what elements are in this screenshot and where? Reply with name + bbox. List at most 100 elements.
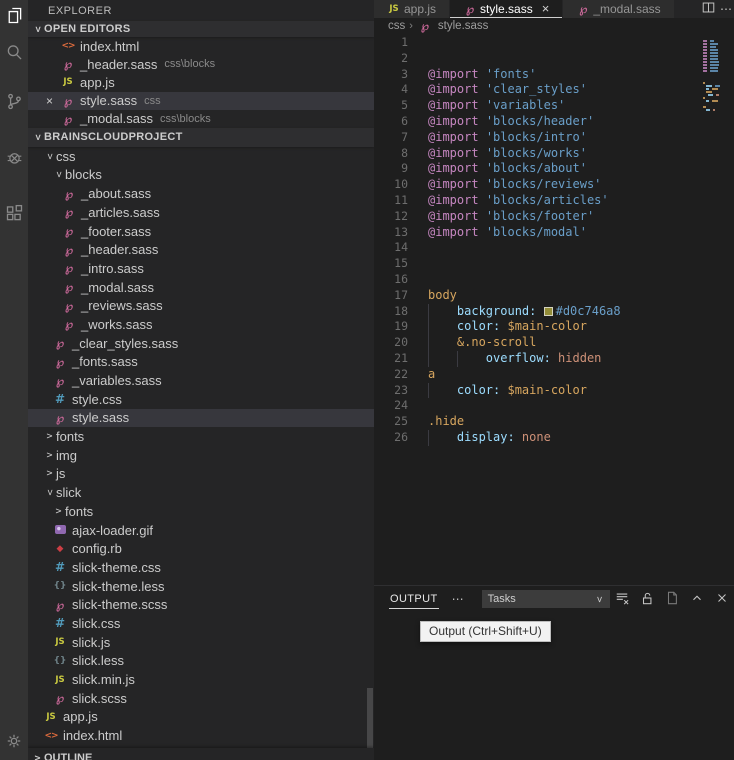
tree-item-label: _header.sass bbox=[81, 242, 159, 258]
tree-file-slick-css[interactable]: # slick.css bbox=[28, 614, 374, 633]
tree-file-slick-theme-css[interactable]: # slick-theme.css bbox=[28, 558, 374, 577]
code-line-text: .hide bbox=[408, 414, 464, 430]
tree-file-slick-scss[interactable]: ℘ slick.scss bbox=[28, 689, 374, 708]
tree-file-slick-theme-less[interactable]: {} slick-theme.less bbox=[28, 577, 374, 596]
tree-item-label: index.html bbox=[63, 728, 123, 744]
tree-file--variables-sass[interactable]: ℘ _variables.sass bbox=[28, 371, 374, 390]
minimap-line bbox=[703, 61, 731, 63]
tree-item-label: slick.js bbox=[72, 634, 111, 650]
activity-bar bbox=[0, 0, 28, 760]
code-line: 20 &.no-scroll bbox=[374, 335, 734, 351]
open-editor-row[interactable]: × ℘ style.sass css bbox=[28, 91, 374, 110]
split-editor-icon[interactable] bbox=[702, 1, 715, 17]
tree-file-style-css[interactable]: # style.css bbox=[28, 390, 374, 409]
activity-bar-item-search[interactable] bbox=[0, 30, 28, 74]
open-editor-row[interactable]: ℘ _modal.sass css\blocks bbox=[28, 110, 374, 128]
tree-file--reviews-sass[interactable]: ℘ _reviews.sass bbox=[28, 296, 374, 315]
tab--modal-sass[interactable]: ℘ _modal.sass bbox=[563, 0, 674, 18]
project-header[interactable]: > BRAINSCLOUDPROJECT bbox=[28, 127, 374, 147]
tab-app-js[interactable]: JS app.js bbox=[374, 0, 450, 18]
tree-file-index-html[interactable]: <> index.html bbox=[28, 726, 374, 745]
maximize-panel-icon[interactable] bbox=[690, 591, 704, 608]
chevron-right-icon: > bbox=[46, 468, 53, 480]
tree-folder-fonts[interactable]: > fonts bbox=[28, 427, 374, 446]
minimap[interactable] bbox=[703, 34, 731, 112]
activity-bar-item-debug[interactable] bbox=[0, 128, 28, 186]
tree-folder-fonts[interactable]: > fonts bbox=[28, 502, 374, 521]
tree-file--clear-styles-sass[interactable]: ℘ _clear_styles.sass bbox=[28, 334, 374, 353]
tree-file-ajax-loader-gif[interactable]: ajax-loader.gif bbox=[28, 521, 374, 540]
minimap-line bbox=[703, 52, 731, 54]
line-number: 26 bbox=[394, 429, 408, 444]
outline-header[interactable]: > OUTLINE bbox=[28, 748, 374, 760]
tree-file-slick-js[interactable]: JS slick.js bbox=[28, 633, 374, 652]
open-log-file-icon[interactable] bbox=[665, 591, 679, 608]
tree-file--fonts-sass[interactable]: ℘ _fonts.sass bbox=[28, 353, 374, 372]
open-editor-label: app.js bbox=[80, 74, 115, 90]
minimap-token bbox=[703, 61, 707, 63]
tree-file-slick-less[interactable]: {} slick.less bbox=[28, 652, 374, 671]
sidebar-scrollbar[interactable] bbox=[367, 688, 373, 748]
minimap-token bbox=[706, 85, 713, 87]
code-line: 3 @import 'fonts' bbox=[374, 67, 734, 83]
tree-folder-img[interactable]: > img bbox=[28, 446, 374, 465]
tree-file--modal-sass[interactable]: ℘ _modal.sass bbox=[28, 278, 374, 297]
tree-file-app-js[interactable]: JS app.js bbox=[28, 708, 374, 727]
tree-file--works-sass[interactable]: ℘ _works.sass bbox=[28, 315, 374, 334]
minimap-token bbox=[703, 55, 707, 57]
clear-output-icon[interactable] bbox=[615, 591, 629, 608]
minimap-indent bbox=[703, 85, 705, 87]
minimap-line bbox=[703, 43, 731, 45]
more-actions-icon[interactable]: ⋯ bbox=[720, 2, 733, 16]
token-val: none bbox=[521, 429, 551, 444]
tree-file-slick-min-js[interactable]: JS slick.min.js bbox=[28, 670, 374, 689]
tree-file--header-sass[interactable]: ℘ _header.sass bbox=[28, 240, 374, 259]
tree-item-label: _variables.sass bbox=[72, 373, 162, 389]
activity-bar-item-explorer[interactable] bbox=[0, 0, 28, 30]
minimap-line bbox=[703, 46, 731, 48]
activity-bar-item-extensions[interactable] bbox=[0, 186, 28, 241]
tree-file--intro-sass[interactable]: ℘ _intro.sass bbox=[28, 259, 374, 278]
token-kw: @import bbox=[428, 113, 479, 128]
close-panel-icon[interactable] bbox=[715, 591, 729, 608]
output-panel-tab[interactable]: OUTPUT bbox=[389, 589, 439, 609]
tree-folder-css[interactable]: > css bbox=[28, 147, 374, 166]
open-editor-row[interactable]: ℘ _header.sass css\blocks bbox=[28, 55, 374, 73]
tree-item-label: slick bbox=[56, 485, 82, 501]
activity-bar-item-source-control[interactable] bbox=[0, 74, 28, 128]
breadcrumb-item[interactable]: style.sass bbox=[438, 20, 489, 32]
code-line-text: &.no-scroll bbox=[408, 335, 536, 351]
open-editor-row[interactable]: JS app.js bbox=[28, 73, 374, 91]
tab-style-sass[interactable]: ℘ style.sass × bbox=[450, 0, 563, 18]
code-editor[interactable]: 1 2 3 @import 'fonts' 4 @import 'clear_styles… bbox=[374, 34, 734, 446]
minimap-gap bbox=[708, 67, 709, 69]
token-str: 'blocks/about' bbox=[485, 161, 587, 176]
close-icon[interactable]: × bbox=[46, 95, 60, 107]
tree-file--about-sass[interactable]: ℘ _about.sass bbox=[28, 184, 374, 203]
tree-item-label: _reviews.sass bbox=[81, 298, 163, 314]
tree-file--footer-sass[interactable]: ℘ _footer.sass bbox=[28, 222, 374, 241]
panel-more-actions[interactable]: ⋯ bbox=[452, 592, 465, 606]
breadcrumb-item[interactable]: css bbox=[388, 20, 405, 32]
minimap-gap bbox=[710, 88, 711, 90]
open-editors-header[interactable]: > OPEN EDITORS bbox=[28, 21, 374, 37]
activity-bar-item-settings[interactable] bbox=[0, 726, 28, 756]
tree-folder-js[interactable]: > js bbox=[28, 465, 374, 484]
unlock-icon[interactable] bbox=[640, 591, 654, 608]
tree-item-label: slick-theme.less bbox=[72, 578, 165, 594]
outline-header-label: OUTLINE bbox=[44, 752, 93, 760]
tree-folder-blocks[interactable]: > blocks bbox=[28, 166, 374, 185]
close-icon[interactable]: × bbox=[542, 2, 550, 15]
tree-file--articles-sass[interactable]: ℘ _articles.sass bbox=[28, 203, 374, 222]
tree-file-config-rb[interactable]: ◆ config.rb bbox=[28, 539, 374, 558]
tree-file-style-sass[interactable]: ℘ style.sass bbox=[28, 408, 374, 428]
tree-folder-slick[interactable]: > slick bbox=[28, 483, 374, 502]
token-var: $main-color bbox=[507, 382, 587, 397]
output-channel-dropdown[interactable]: Tasks > bbox=[481, 590, 610, 608]
open-editor-row[interactable]: <> index.html bbox=[28, 37, 374, 55]
minimap-gap bbox=[708, 64, 709, 66]
tree-file-slick-theme-scss[interactable]: ℘ slick-theme.scss bbox=[28, 595, 374, 614]
